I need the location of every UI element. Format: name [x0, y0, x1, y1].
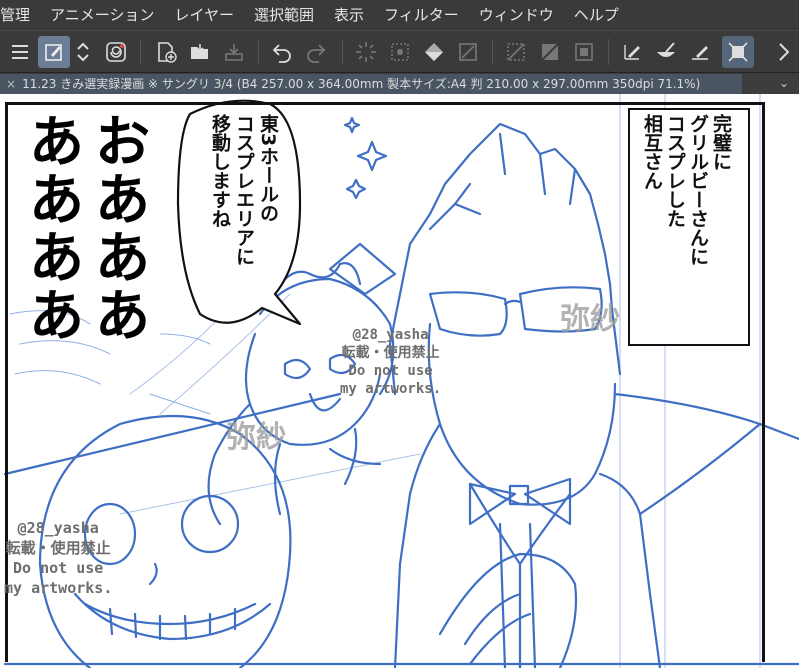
- watermark-left: @28_yasha 転載・使用禁止 Do not use my artworks…: [4, 518, 112, 598]
- command-bar: [0, 30, 799, 72]
- watermark-en1: Do not use: [348, 363, 433, 379]
- sound-effect-text: おあああ ああああ: [19, 112, 150, 344]
- undo-icon[interactable]: [266, 36, 298, 68]
- save-icon[interactable]: [218, 36, 250, 68]
- new-file-icon[interactable]: [150, 36, 182, 68]
- more-icon[interactable]: [772, 36, 796, 68]
- canvas[interactable]: おあああ ああああ 東3ホールの コスプレエリアに 移動しますね 完璧に グリル…: [0, 94, 799, 668]
- transform-icon[interactable]: [350, 36, 382, 68]
- watermark-en1: Do not use: [13, 559, 104, 577]
- invert-selection-icon[interactable]: [500, 36, 532, 68]
- selection-border-icon[interactable]: [568, 36, 600, 68]
- menu-view[interactable]: 表示: [324, 0, 374, 30]
- up-down-icon[interactable]: [70, 36, 96, 68]
- document-tab-bar: × 11.23 きみ選実録漫画 ※ サングリ 3/4 (B4 257.00 x 3…: [0, 72, 799, 94]
- crop-icon[interactable]: [534, 36, 566, 68]
- brush-tool-icon[interactable]: [650, 36, 682, 68]
- eraser-tool-icon[interactable]: [684, 36, 716, 68]
- watermark-en2: my artworks.: [4, 579, 113, 597]
- document-tab[interactable]: × 11.23 きみ選実録漫画 ※ サングリ 3/4 (B4 257.00 x 3…: [0, 74, 742, 94]
- redo-icon[interactable]: [300, 36, 332, 68]
- watermark-center: @28_yasha 転載・使用禁止 Do not use my artworks…: [340, 326, 441, 398]
- fill-icon[interactable]: [418, 36, 450, 68]
- spiral-icon[interactable]: [100, 36, 132, 68]
- pen-tool-icon[interactable]: [616, 36, 648, 68]
- speech-bubble-text: 東3ホールの コスプレエリアに 移動しますね: [209, 114, 279, 266]
- menu-animation[interactable]: アニメーション: [40, 0, 164, 30]
- menu-bar: 管理 アニメーション レイヤー 選択範囲 表示 フィルター ウィンドウ ヘルプ: [0, 0, 799, 30]
- watermark-notice: 転載・使用禁止: [5, 539, 111, 557]
- watermark-notice: 転載・使用禁止: [341, 345, 440, 361]
- document-title: 11.23 きみ選実録漫画 ※ サングリ 3/4 (B4 257.00 x 36…: [22, 77, 701, 91]
- watermark-en2: my artworks.: [340, 381, 442, 397]
- signature-mark: 弥紗: [226, 420, 286, 455]
- menu-icon[interactable]: [4, 36, 36, 68]
- chevron-down-icon[interactable]: ⌄: [779, 76, 789, 90]
- deselect-icon[interactable]: [452, 36, 484, 68]
- move-tool-icon[interactable]: [722, 36, 754, 68]
- caption-text: 完璧に グリルビーさんに コスプレした 相互さん: [641, 114, 732, 266]
- open-folder-icon[interactable]: [184, 36, 216, 68]
- menu-help[interactable]: ヘルプ: [564, 0, 629, 30]
- close-tab-icon[interactable]: ×: [6, 77, 16, 91]
- menu-filter[interactable]: フィルター: [374, 0, 469, 30]
- selection-icon[interactable]: [384, 36, 416, 68]
- menu-selection[interactable]: 選択範囲: [244, 0, 324, 30]
- signature-mark: 弥紗: [560, 302, 620, 337]
- watermark-handle: @28_yasha: [17, 519, 99, 537]
- watermark-handle: @28_yasha: [352, 327, 429, 343]
- menu-layer[interactable]: レイヤー: [164, 0, 244, 30]
- edit-canvas-icon[interactable]: [38, 36, 70, 68]
- menu-window[interactable]: ウィンドウ: [469, 0, 564, 30]
- menu-manage[interactable]: 管理: [0, 0, 40, 30]
